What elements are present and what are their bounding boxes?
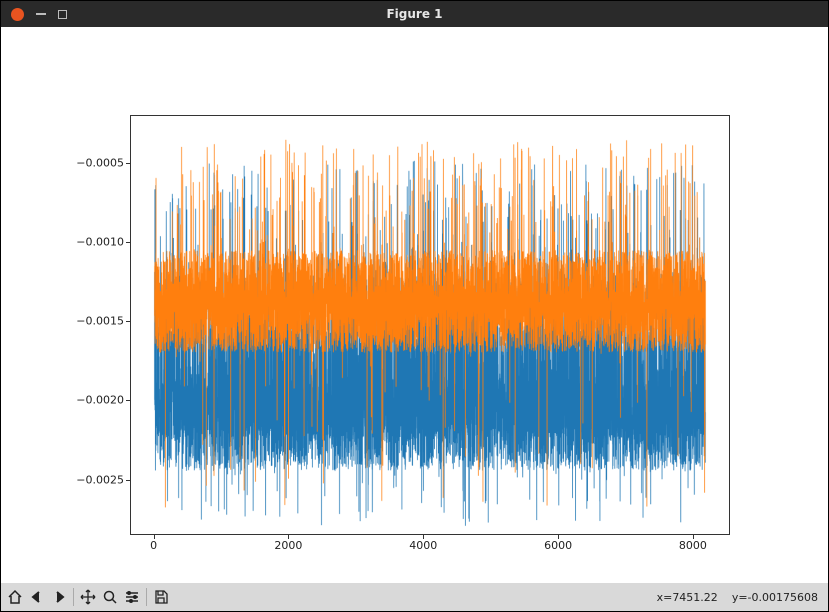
figure-area[interactable]: −0.0005 −0.0010 −0.0015 −0.0020 −0.0025 0 2000… [1,27,828,583]
save-icon [153,589,169,605]
zoom-icon [102,589,118,605]
y-tick-label: −0.0020 [76,394,124,407]
home-icon [7,589,23,605]
x-tick-label: 6000 [544,539,572,552]
toolbar-separator [73,588,74,606]
x-tick-label: 0 [150,539,157,552]
plot-axes[interactable] [130,115,730,535]
toolbar-separator [146,588,147,606]
arrow-left-icon [29,589,45,605]
home-button[interactable] [5,587,25,607]
app-window: Figure 1 −0.0005−0.0010−0.0015−0.0020−0.… [0,0,829,612]
arrow-right-icon [51,589,67,605]
x-tick-label: 8000 [679,539,707,552]
plot-canvas[interactable] [131,116,729,534]
coord-x: x=7451.22 [657,591,718,604]
zoom-button[interactable] [100,587,120,607]
back-button[interactable] [27,587,47,607]
configure-button[interactable] [122,587,142,607]
move-icon [80,589,96,605]
maximize-icon[interactable] [58,10,67,19]
y-tick-label: −0.0015 [76,315,124,328]
cursor-coordinates: x=7451.22 y=-0.00175608 [657,591,824,604]
coord-y: y=-0.00175608 [732,591,818,604]
title-bar[interactable]: Figure 1 [1,1,828,27]
x-tick-label: 2000 [274,539,302,552]
y-tick-label: −0.0025 [76,473,124,486]
x-tick-label: 4000 [409,539,437,552]
save-button[interactable] [151,587,171,607]
sliders-icon [124,589,140,605]
window-controls [1,8,67,21]
forward-button[interactable] [49,587,69,607]
y-tick-label: −0.0010 [76,235,124,248]
pan-button[interactable] [78,587,98,607]
y-tick-label: −0.0005 [76,156,124,169]
matplotlib-toolbar: x=7451.22 y=-0.00175608 [1,583,828,611]
minimize-icon[interactable] [36,13,46,15]
window-title: Figure 1 [1,7,828,21]
close-icon[interactable] [11,8,24,21]
